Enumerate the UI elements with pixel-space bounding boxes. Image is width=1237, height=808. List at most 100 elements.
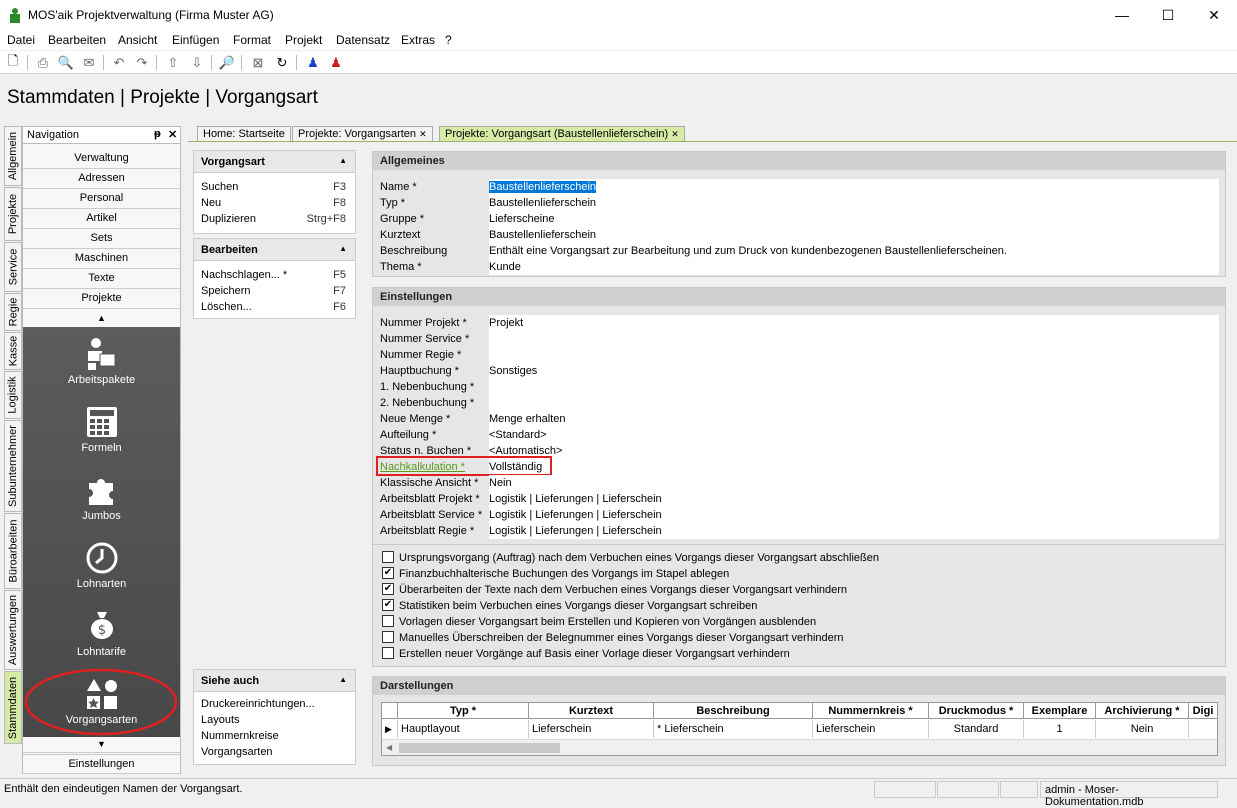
vtab-subunternehmer[interactable]: Subunternehmer	[4, 420, 22, 512]
column-header[interactable]: Kurztext	[529, 703, 654, 719]
nummer-projekt-input[interactable]: Projekt	[489, 315, 1219, 331]
vtab-kasse[interactable]: Kasse	[4, 332, 22, 370]
hauptbuchung-input[interactable]: Sonstiges	[489, 363, 1219, 379]
collapse-icon[interactable]: ▲	[339, 675, 347, 684]
table-cell[interactable]: Lieferschein	[813, 720, 929, 738]
vtab-auswertungen[interactable]: Auswertungen	[4, 590, 22, 670]
minimize-button[interactable]: —	[1099, 0, 1145, 30]
vtab-stammdaten[interactable]: Stammdaten	[4, 671, 22, 744]
menu-bearbeiten[interactable]: Bearbeiten	[48, 33, 106, 47]
beschreibung-input[interactable]: Enthält eine Vorgangsart zur Bearbeitung…	[489, 243, 1219, 259]
checkbox-belegnummer[interactable]: Manuelles Überschreiben der Belegnummer …	[382, 631, 844, 648]
scroll-up-icon[interactable]: ▲	[23, 309, 180, 329]
link-druckereinrichtungen[interactable]: Druckereinrichtungen...	[194, 696, 355, 712]
menu-projekt[interactable]: Projekt	[285, 33, 322, 47]
gruppe-input[interactable]: Lieferscheine	[489, 211, 1219, 227]
table-cell[interactable]: Lieferschein	[529, 720, 654, 738]
action-loeschen[interactable]: Löschen... F6	[194, 299, 355, 315]
tab-vorgangsart-baustellenlieferschein[interactable]: Projekte: Vorgangsart (Baustellenliefers…	[439, 126, 685, 142]
column-header[interactable]: Druckmodus *	[929, 703, 1024, 719]
scroll-left-icon[interactable]: ◀	[386, 743, 392, 752]
checkbox-finanzbuchhaltung[interactable]: ✔ Finanzbuchhalterische Buchungen des Vor…	[382, 567, 729, 584]
nav-item-arbeitspakete[interactable]: Arbeitspakete	[23, 337, 180, 386]
panel-header[interactable]: Bearbeiten ▲	[194, 239, 355, 261]
vtab-logistik[interactable]: Logistik	[4, 371, 22, 419]
action-nachschlagen[interactable]: Nachschlagen... * F5	[194, 267, 355, 283]
menu-extras[interactable]: Extras	[401, 33, 435, 47]
checkbox-ursprungsvorgang[interactable]: Ursprungsvorgang (Auftrag) nach dem Verb…	[382, 551, 879, 568]
nav-sets[interactable]: Sets	[23, 229, 180, 249]
checkbox-box[interactable]	[382, 551, 394, 564]
arbeitsblatt-service-input[interactable]: Logistik | Lieferungen | Lieferschein	[489, 507, 1219, 523]
scroll-down-icon[interactable]: ▼	[23, 737, 180, 753]
horizontal-scrollbar[interactable]: ◀	[382, 739, 1217, 755]
checkbox-box[interactable]: ✔	[382, 583, 394, 596]
arbeitsblatt-regie-input[interactable]: Logistik | Lieferungen | Lieferschein	[489, 523, 1219, 539]
column-header[interactable]: Digi	[1189, 703, 1217, 719]
checkbox-statistiken[interactable]: ✔ Statistiken beim Verbuchen eines Vorgan…	[382, 599, 757, 616]
checkbox-texte-verhindern[interactable]: ✔ Überarbeiten der Texte nach dem Verbuch…	[382, 583, 847, 600]
typ-input[interactable]: Baustellenlieferschein	[489, 195, 1219, 211]
menu-datensatz[interactable]: Datensatz	[336, 33, 390, 47]
arrow-up-icon[interactable]: ⇧	[164, 54, 182, 71]
menu-format[interactable]: Format	[233, 33, 271, 47]
user-red-icon[interactable]: ♟	[327, 54, 345, 71]
checkbox-box[interactable]	[382, 615, 394, 628]
column-header[interactable]: Archivierung *	[1096, 703, 1189, 719]
nav-item-jumbos[interactable]: Jumbos	[23, 473, 180, 522]
link-nummernkreise[interactable]: Nummernkreise	[194, 728, 355, 744]
nav-item-formeln[interactable]: Formeln	[23, 405, 180, 454]
column-header[interactable]: Nummernkreis *	[813, 703, 929, 719]
arrow-down-icon[interactable]: ⇩	[188, 54, 206, 71]
menu-ansicht[interactable]: Ansicht	[118, 33, 157, 47]
close-icon[interactable]: ✕	[168, 128, 177, 141]
thema-input[interactable]: Kunde	[489, 259, 1219, 275]
nebenbuchung-1-input[interactable]	[489, 379, 1219, 395]
klassische-ansicht-input[interactable]: Nein	[489, 475, 1219, 491]
menu-help[interactable]: ?	[445, 33, 452, 47]
menu-einfuegen[interactable]: Einfügen	[172, 33, 219, 47]
checkbox-box[interactable]	[382, 647, 394, 660]
kurztext-input[interactable]: Baustellenlieferschein	[489, 227, 1219, 243]
status-buchen-input[interactable]: <Automatisch>	[489, 443, 1219, 459]
nachkalkulation-input[interactable]: Vollständig	[489, 459, 1219, 475]
collapse-icon[interactable]: ▲	[339, 156, 347, 165]
redo-icon[interactable]: ↷	[133, 54, 151, 71]
action-speichern[interactable]: Speichern F7	[194, 283, 355, 299]
nav-item-lohnarten[interactable]: Lohnarten	[23, 541, 180, 590]
nav-artikel[interactable]: Artikel	[23, 209, 180, 229]
maximize-button[interactable]: ☐	[1145, 0, 1191, 30]
close-icon[interactable]: ✕	[419, 129, 427, 139]
nav-maschinen[interactable]: Maschinen	[23, 249, 180, 269]
nav-verwaltung[interactable]: Verwaltung	[23, 149, 180, 169]
checkbox-vorlagen-ausblenden[interactable]: Vorlagen dieser Vorgangsart beim Erstell…	[382, 615, 816, 632]
panel-header[interactable]: Vorgangsart ▲	[194, 151, 355, 173]
close-icon[interactable]: ✕	[671, 129, 679, 139]
action-duplizieren[interactable]: Duplizieren Strg+F8	[194, 211, 355, 227]
table-cell[interactable]: Hauptlayout	[398, 720, 529, 738]
nav-item-lohntarife[interactable]: $ Lohntarife	[23, 609, 180, 658]
table-cell[interactable]	[1189, 720, 1217, 738]
vtab-service[interactable]: Service	[4, 242, 22, 292]
action-suchen[interactable]: Suchen F3	[194, 179, 355, 195]
refresh-icon[interactable]: ↻	[273, 54, 291, 71]
vtab-allgemein[interactable]: Allgemein	[4, 126, 22, 186]
link-vorgangsarten[interactable]: Vorgangsarten	[194, 744, 355, 760]
undo-icon[interactable]: ↶	[110, 54, 128, 71]
name-input[interactable]: Baustellenlieferschein	[489, 179, 1219, 195]
print-icon[interactable]: ⎙	[34, 54, 52, 71]
table-cell[interactable]: Nein	[1096, 720, 1189, 738]
link-layouts[interactable]: Layouts	[194, 712, 355, 728]
checkbox-box[interactable]: ✔	[382, 599, 394, 612]
vtab-regie[interactable]: Regie	[4, 293, 22, 331]
print-preview-icon[interactable]: 🔍	[57, 54, 75, 71]
nav-adressen[interactable]: Adressen	[23, 169, 180, 189]
pin-icon[interactable]: ᵽ	[154, 128, 161, 140]
action-neu[interactable]: Neu F8	[194, 195, 355, 211]
nav-einstellungen[interactable]: Einstellungen	[23, 754, 180, 774]
arbeitsblatt-projekt-input[interactable]: Logistik | Lieferungen | Lieferschein	[489, 491, 1219, 507]
nav-texte[interactable]: Texte	[23, 269, 180, 289]
table-cell[interactable]: Standard	[929, 720, 1024, 738]
new-document-icon[interactable]: 🗋	[4, 53, 22, 71]
search-document-icon[interactable]: 🔎	[218, 54, 236, 71]
